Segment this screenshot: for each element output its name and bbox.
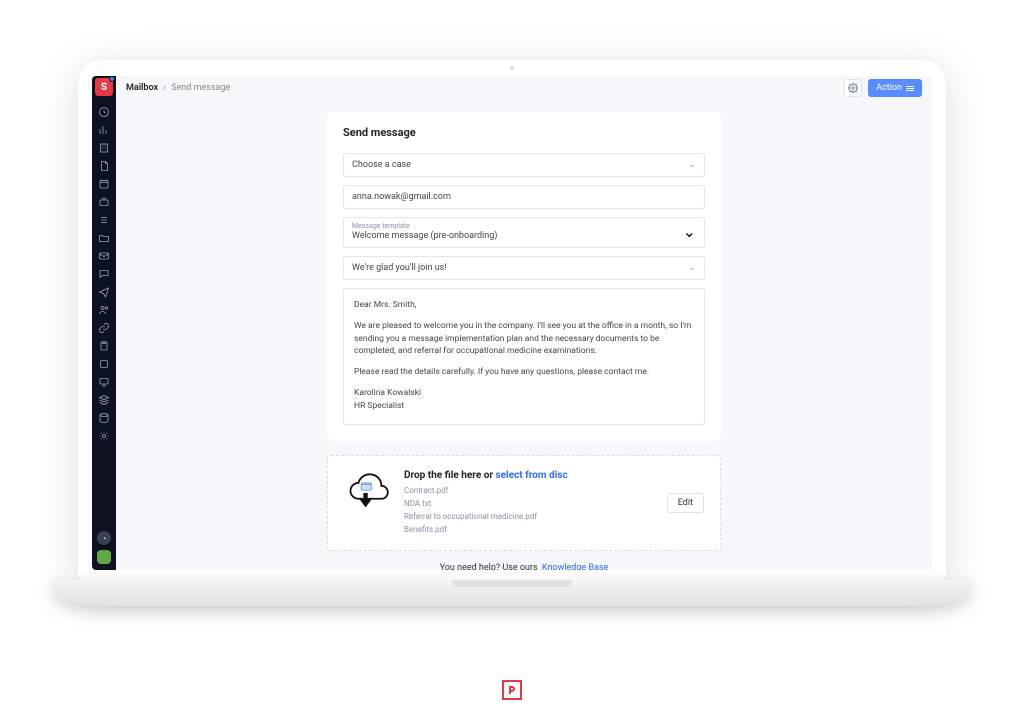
breadcrumb: Mailbox › Send message	[126, 83, 230, 93]
upload-cloud-icon	[344, 470, 390, 516]
send-message-card: Send message Choose a case ⌄ anna.nowak@…	[327, 112, 721, 441]
sig-name: Karolina Kowalski	[354, 388, 421, 398]
nav-users-icon[interactable]	[98, 303, 111, 316]
upload-card[interactable]: Drop the file here or select from disc C…	[327, 455, 721, 551]
nav-send-icon[interactable]	[98, 285, 111, 298]
upload-title-prefix: Drop the file here or	[404, 470, 496, 481]
chevron-down-icon: ⌄	[688, 160, 696, 170]
file-item: Benefits.pdf	[404, 524, 653, 537]
body-p1: We are pleased to welcome you in the com…	[354, 320, 694, 358]
email-value: anna.nowak@gmail.com	[352, 192, 451, 202]
nav-document-icon[interactable]	[98, 159, 111, 172]
nav-monitor-icon[interactable]	[98, 375, 111, 388]
file-item: Referral to occupational medicine.pdf	[404, 511, 653, 524]
nav-database-icon[interactable]	[98, 411, 111, 424]
help-line: You need help? Use ours Knowledge Base	[440, 563, 609, 570]
action-button[interactable]: Action	[868, 79, 922, 97]
subject-select[interactable]: We're glad you'll join us! ⌄	[343, 256, 705, 280]
avatar[interactable]: ◔	[97, 531, 111, 545]
nav-list-icon[interactable]	[98, 213, 111, 226]
topbar: Mailbox › Send message Action	[116, 76, 932, 100]
nav-settings-icon[interactable]	[98, 429, 111, 442]
main: Mailbox › Send message Action	[116, 76, 932, 570]
upload-title: Drop the file here or select from disc	[404, 470, 653, 481]
knowledge-base-link[interactable]: Knowledge Base	[542, 563, 608, 570]
chevron-down-icon: ⌄	[683, 222, 696, 241]
file-item: NDA.txt	[404, 498, 653, 511]
nav-mail-icon[interactable]	[98, 249, 111, 262]
nav-briefcase-icon[interactable]	[98, 195, 111, 208]
template-select[interactable]: Message template Welcome message (pre-on…	[343, 217, 705, 248]
edit-button[interactable]: Edit	[667, 493, 704, 513]
nav-company-icon[interactable]	[98, 141, 111, 154]
action-label: Action	[876, 83, 902, 93]
card-title: Send message	[343, 126, 705, 139]
help-text: You need help? Use ours	[440, 563, 538, 570]
status-indicator	[97, 550, 111, 564]
breadcrumb-current: Send message	[171, 83, 230, 93]
footer-brand-icon	[502, 680, 522, 700]
settings-button[interactable]	[844, 79, 862, 97]
file-item: Contract.pdf	[404, 485, 653, 498]
breadcrumb-root[interactable]: Mailbox	[126, 83, 158, 93]
case-select[interactable]: Choose a case ⌄	[343, 153, 705, 177]
nav-chat-icon[interactable]	[98, 267, 111, 280]
nav-box-icon[interactable]	[98, 357, 111, 370]
nav-stack-icon[interactable]	[98, 393, 111, 406]
menu-icon	[906, 86, 914, 91]
nav-analytics-icon[interactable]	[98, 123, 111, 136]
gear-icon	[848, 83, 858, 93]
template-value: Welcome message (pre-onboarding)	[352, 231, 497, 241]
template-label: Message template	[352, 222, 497, 230]
body-greeting: Dear Mrs. Smith,	[354, 299, 694, 312]
subject-value: We're glad you'll join us!	[352, 263, 447, 273]
nav-dashboard-icon[interactable]	[98, 105, 111, 118]
nav-calendar-icon[interactable]	[98, 177, 111, 190]
nav-link-icon[interactable]	[98, 321, 111, 334]
chevron-down-icon: ⌄	[688, 263, 696, 273]
sig-title: HR Specialist	[354, 401, 404, 411]
file-list: Contract.pdf NDA.txt Referral to occupat…	[404, 485, 653, 536]
case-placeholder: Choose a case	[352, 160, 411, 170]
body-p2: Please read the details carefully. If yo…	[354, 366, 694, 379]
app-logo[interactable]: S	[95, 78, 113, 96]
breadcrumb-sep: ›	[163, 83, 166, 93]
email-field[interactable]: anna.nowak@gmail.com	[343, 185, 705, 209]
sidebar: S ◔	[92, 76, 116, 570]
nav-clipboard-icon[interactable]	[98, 339, 111, 352]
select-from-disc-link[interactable]: select from disc	[496, 470, 568, 481]
nav-folder-icon[interactable]	[98, 231, 111, 244]
message-body[interactable]: Dear Mrs. Smith, We are pleased to welco…	[343, 288, 705, 425]
